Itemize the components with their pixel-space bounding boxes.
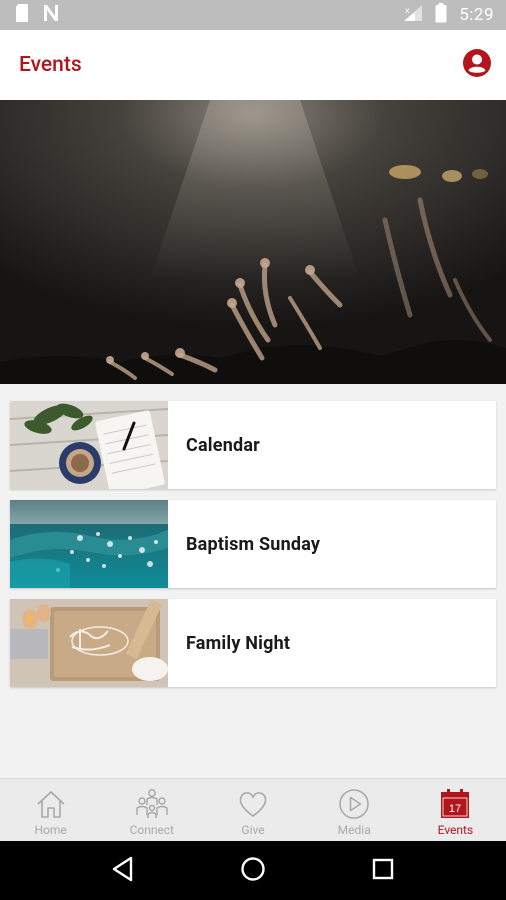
status-right: x 5:29 (403, 3, 494, 27)
back-icon (111, 856, 135, 886)
nav-item-home[interactable]: Home (0, 779, 101, 841)
n-notification-icon (42, 4, 60, 26)
svg-text:x: x (405, 6, 410, 15)
back-button[interactable] (103, 851, 143, 891)
calendar-icon: 17 (438, 787, 472, 821)
event-card-family-night[interactable]: Family Night (10, 599, 496, 687)
nav-item-give[interactable]: Give (202, 779, 303, 841)
nav-label: Home (34, 823, 67, 837)
signal-icon: x (403, 4, 423, 26)
nav-label: Give (241, 823, 265, 837)
account-circle-icon (462, 48, 492, 82)
hero-banner (0, 100, 506, 384)
event-card-calendar[interactable]: Calendar (10, 401, 496, 489)
page-title: Events (19, 53, 82, 77)
event-list: Calendar Baptism Sunday Family Night (10, 401, 496, 698)
recents-icon (372, 858, 394, 884)
calendar-number: 17 (449, 803, 461, 815)
play-circle-icon (337, 787, 371, 821)
status-left (14, 3, 60, 27)
nav-label: Media (337, 823, 371, 837)
nav-item-media[interactable]: Media (304, 779, 405, 841)
home-system-button[interactable] (233, 851, 273, 891)
nav-item-events[interactable]: 17 Events (405, 779, 506, 841)
nav-label: Events (437, 823, 474, 837)
people-icon (135, 787, 169, 821)
event-thumbnail (10, 599, 168, 687)
heart-icon (236, 787, 270, 821)
nav-label: Connect (129, 823, 175, 837)
status-time: 5:29 (459, 5, 494, 25)
app-header: Events (0, 30, 506, 100)
event-thumbnail (10, 401, 168, 489)
event-label: Calendar (186, 434, 260, 456)
nav-item-connect[interactable]: Connect (101, 779, 202, 841)
recents-button[interactable] (363, 851, 403, 891)
profile-button[interactable] (462, 48, 492, 82)
home-icon (34, 787, 68, 821)
system-navigation-bar (0, 841, 506, 900)
event-label: Family Night (186, 632, 291, 654)
event-label: Baptism Sunday (186, 533, 321, 555)
hero-image (0, 100, 506, 384)
sd-card-icon (14, 3, 30, 27)
home-circle-icon (240, 856, 266, 886)
bottom-navigation: Home Connect Give Media 17 Events (0, 778, 506, 841)
event-thumbnail (10, 500, 168, 588)
event-card-baptism-sunday[interactable]: Baptism Sunday (10, 500, 496, 588)
battery-icon (435, 3, 447, 27)
status-bar: x 5:29 (0, 0, 506, 30)
